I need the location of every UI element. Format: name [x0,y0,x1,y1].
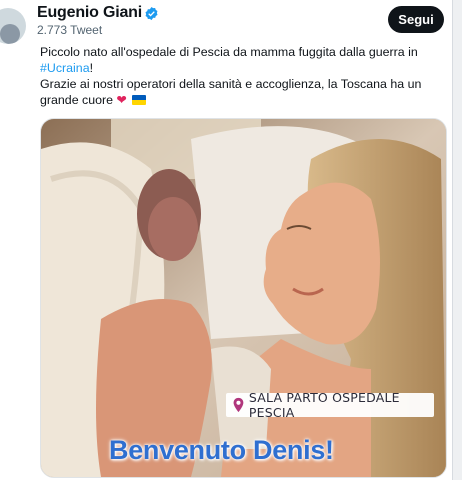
location-label: SALA PARTO OSPEDALE PESCIA [248,390,400,420]
avatar[interactable] [0,8,26,44]
tweet-header: Eugenio Giani 2.773 Tweet Segui [0,0,452,44]
tweet-count: 2.773 Tweet [37,23,103,37]
tweet-line-4-text: grande cuore [40,93,114,107]
red-heart-icon: ❤ [116,93,127,107]
location-badge: SALA PARTO OSPEDALE PESCIA [226,390,434,420]
photo-scene [41,119,446,477]
window-edge [452,0,462,480]
hashtag-link[interactable]: #Ucraina [40,61,90,75]
tweet-media-photo[interactable]: SALA PARTO OSPEDALE PESCIA Benvenuto Den… [40,118,447,478]
tweet-line-4: grande cuore ❤ [40,92,448,108]
tweet-text: Piccolo nato all'ospedale di Pescia da m… [40,44,448,108]
location-pin-icon [233,397,244,413]
photo-caption: Benvenuto Denis! [109,435,334,465]
follow-button[interactable]: Segui [388,6,444,33]
tweet-line-1: Piccolo nato all'ospedale di Pescia da m… [40,45,418,59]
exclamation: ! [89,61,94,75]
author-name[interactable]: Eugenio Giani [37,4,142,22]
tweet-line-3: Grazie ai nostri operatori della sanità … [40,77,422,91]
tweet-line-2: #Ucraina! [40,60,448,76]
verified-badge-icon [145,6,158,21]
ukraine-flag-icon [132,95,147,105]
